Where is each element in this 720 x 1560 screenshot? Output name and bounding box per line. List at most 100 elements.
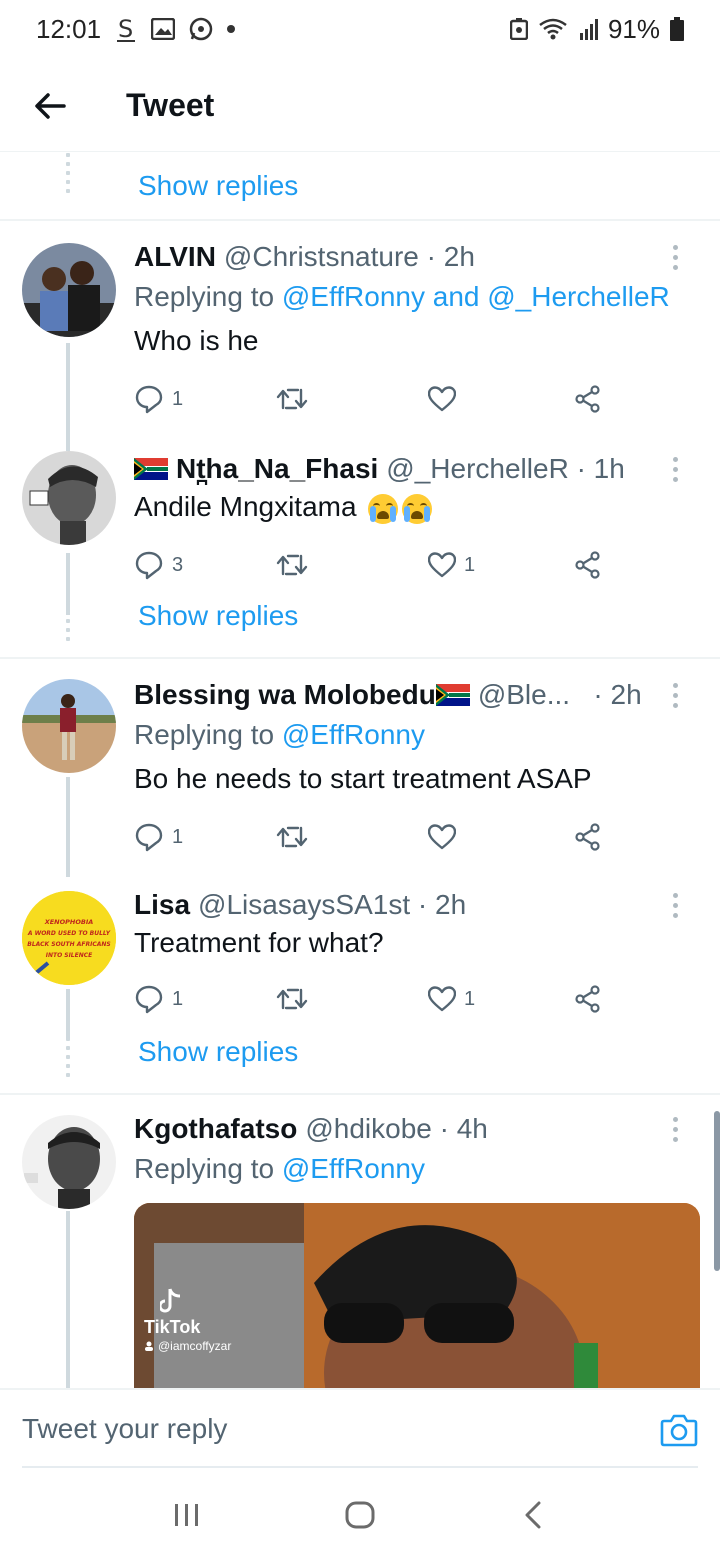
more-options-button[interactable] xyxy=(660,677,690,713)
recent-apps-icon xyxy=(174,1504,198,1526)
retweet-icon xyxy=(276,554,308,576)
battery-icon xyxy=(670,17,684,41)
replying-to: Replying to @EffRonny and @_HerchelleR xyxy=(134,281,670,312)
author-name[interactable]: ALVIN xyxy=(134,241,216,273)
reply-button[interactable]: 1 xyxy=(134,979,183,1019)
heart-icon xyxy=(428,824,456,850)
author-name[interactable]: Kgothafatso xyxy=(134,1113,297,1145)
scrollbar[interactable] xyxy=(714,1111,720,1271)
tweet-time: · 2h xyxy=(417,889,467,920)
tweet-reply-input[interactable] xyxy=(22,1413,582,1445)
tweet-actions: 1 1 xyxy=(134,979,614,1019)
author-name[interactable]: Nt̪ha_Na_Fhasi xyxy=(176,453,378,485)
tiktok-username: @iamcoffyzar xyxy=(144,1339,231,1353)
reply-count: 1 xyxy=(172,387,184,410)
like-button[interactable]: 1 xyxy=(428,545,475,585)
like-count: 1 xyxy=(464,553,476,576)
tiktok-label: TikTok xyxy=(144,1317,201,1337)
avatar[interactable] xyxy=(22,679,116,773)
avatar[interactable] xyxy=(22,243,116,337)
camera-button[interactable] xyxy=(660,1412,698,1448)
page-title: Tweet xyxy=(126,87,215,123)
avatar[interactable] xyxy=(22,451,116,545)
divider xyxy=(0,1093,720,1095)
recent-apps-button[interactable] xyxy=(157,1485,217,1545)
like-button[interactable]: 1 xyxy=(428,979,475,1019)
chevron-left-icon xyxy=(525,1501,541,1529)
reply-button[interactable]: 1 xyxy=(134,379,183,419)
share-button[interactable] xyxy=(574,817,602,857)
tweet-time: · 4h xyxy=(439,1113,488,1144)
reply-button[interactable]: 1 xyxy=(134,817,183,857)
tweet[interactable]: Kgothafatso @hdikobe · 4h Replying to @Ef… xyxy=(0,1111,720,1388)
recycle-icon xyxy=(509,18,528,40)
system-nav-bar xyxy=(0,1470,720,1560)
reply-mentions-link[interactable]: @EffRonny and @_HerchelleR xyxy=(282,281,670,312)
back-nav-button[interactable] xyxy=(503,1485,563,1545)
tweet[interactable]: ALVIN @Christsnature · 2h Replying to @Ef… xyxy=(0,239,720,439)
thread-dots xyxy=(66,153,70,193)
replying-to: Replying to @EffRonny xyxy=(134,1153,425,1184)
tweet-time: · 1h xyxy=(576,453,625,484)
reply-count: 3 xyxy=(172,553,184,576)
avatar[interactable] xyxy=(22,1115,116,1209)
avatar-text: INTO SILENCE xyxy=(46,952,93,959)
more-options-button[interactable] xyxy=(660,887,690,923)
home-button[interactable] xyxy=(330,1485,390,1545)
author-name[interactable]: Lisa xyxy=(134,889,190,921)
more-options-button[interactable] xyxy=(660,1111,690,1147)
tweet-text: Who is he xyxy=(134,325,259,356)
thread-dots xyxy=(66,601,70,641)
tweet-actions: 1 xyxy=(134,817,614,857)
retweet-button[interactable] xyxy=(276,979,308,1019)
author-handle[interactable]: @Ble... xyxy=(478,679,570,711)
tweet-time: · 2h xyxy=(426,241,475,272)
signal-icon xyxy=(579,18,598,40)
avatar-text: A WORD USED TO BULLY xyxy=(27,930,111,937)
like-button[interactable] xyxy=(428,379,456,419)
share-button[interactable] xyxy=(574,379,602,419)
reply-button[interactable]: 3 xyxy=(134,545,183,585)
camera-icon xyxy=(660,1414,698,1447)
author-handle[interactable]: @hdikobe xyxy=(305,1113,432,1145)
reply-icon xyxy=(135,551,163,580)
show-replies-link[interactable]: Show replies xyxy=(138,170,298,202)
author-handle[interactable]: @LisasaysSA1st xyxy=(198,889,410,921)
heart-icon xyxy=(428,986,456,1012)
battery-percent: 91% xyxy=(607,13,660,44)
show-replies-row[interactable]: Show replies xyxy=(0,583,720,649)
retweet-icon xyxy=(276,826,308,848)
share-icon xyxy=(575,823,600,851)
reply-mentions-link[interactable]: @EffRonny xyxy=(282,1153,425,1184)
thread-dots xyxy=(66,1037,70,1077)
share-button[interactable] xyxy=(574,979,602,1019)
share-icon xyxy=(575,551,600,579)
more-options-button[interactable] xyxy=(660,239,690,275)
tweet[interactable]: Blessing wa Molobedu @Ble... · 2h Replyi… xyxy=(0,677,720,877)
share-button[interactable] xyxy=(574,545,602,585)
reply-mentions-link[interactable]: @EffRonny xyxy=(282,719,425,750)
retweet-button[interactable] xyxy=(276,817,308,857)
author-name[interactable]: Blessing wa Molobedu xyxy=(134,679,436,711)
tweet-text: Bo he needs to start treatment ASAP xyxy=(134,763,592,794)
tweet-media-video[interactable]: TikTok @iamcoffyzar xyxy=(134,1203,700,1388)
retweet-button[interactable] xyxy=(276,379,308,419)
show-replies-row[interactable]: Show replies xyxy=(0,1019,720,1085)
show-replies-link[interactable]: Show replies xyxy=(138,600,298,632)
more-options-button[interactable] xyxy=(660,451,690,487)
retweet-button[interactable] xyxy=(276,545,308,585)
back-button[interactable] xyxy=(0,60,100,152)
divider xyxy=(22,1466,698,1468)
south-africa-flag-icon xyxy=(435,684,470,706)
reply-composer xyxy=(0,1388,720,1468)
author-handle[interactable]: @_HerchelleR xyxy=(386,453,569,485)
south-africa-flag-icon xyxy=(134,458,168,480)
like-button[interactable] xyxy=(428,817,456,857)
author-handle[interactable]: @Christsnature xyxy=(224,241,419,273)
replying-to: Replying to @EffRonny xyxy=(134,719,425,750)
avatar[interactable]: XENOPHOBIA A WORD USED TO BULLY BLACK SO… xyxy=(22,891,116,985)
show-replies-row[interactable]: Show replies xyxy=(0,153,720,219)
show-replies-link[interactable]: Show replies xyxy=(138,1036,298,1068)
tweet-thread[interactable]: Show replies ALVIN @Christsnature · 2h Re… xyxy=(0,153,720,1388)
status-bar: 12:01 S 91% xyxy=(0,0,720,58)
